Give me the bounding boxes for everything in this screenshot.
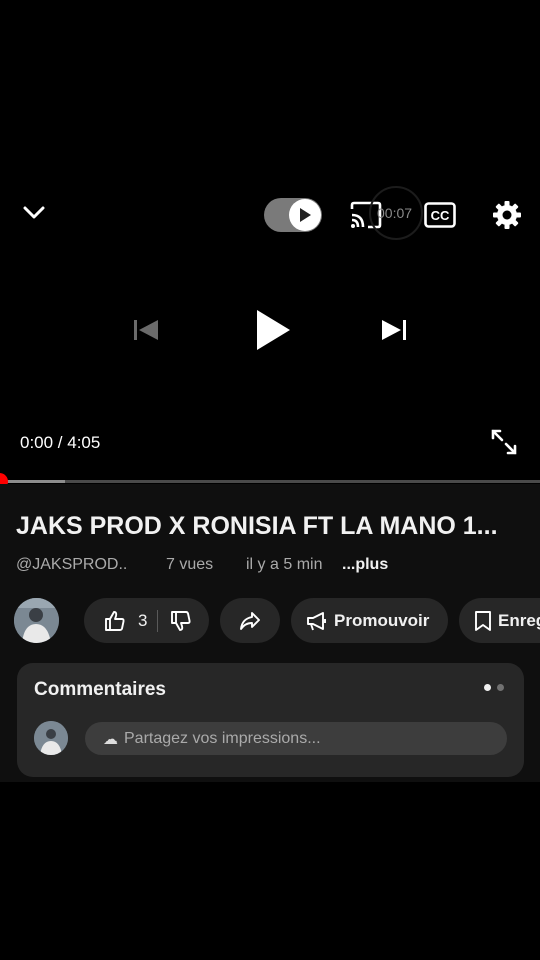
view-count: 7 vues bbox=[166, 556, 214, 573]
play-icon bbox=[257, 310, 290, 350]
fullscreen-icon bbox=[491, 429, 517, 455]
captions-button[interactable]: CC bbox=[422, 199, 458, 231]
chevron-down-icon bbox=[23, 206, 45, 219]
channel-handle[interactable]: @JAKSPROD.. bbox=[16, 556, 127, 574]
megaphone-icon bbox=[307, 611, 326, 630]
carousel-dot bbox=[497, 684, 504, 691]
carousel-dot-active bbox=[484, 684, 491, 691]
autoplay-toggle-knob bbox=[289, 199, 321, 231]
promote-label: Promouvoir bbox=[334, 610, 430, 630]
progress-bar[interactable] bbox=[0, 473, 540, 490]
thought-bubble-icon: ☁ bbox=[103, 730, 118, 748]
save-label: Enreg bbox=[498, 610, 540, 630]
avatar-image bbox=[34, 721, 68, 755]
promote-button[interactable]: Promouvoir bbox=[291, 598, 448, 643]
progress-buffer bbox=[0, 480, 65, 483]
video-player[interactable]: 00:07 CC 0:00 / 4:05 bbox=[0, 0, 540, 490]
video-title[interactable]: JAKS PROD X RONISIA FT LA MANO 1... bbox=[16, 512, 531, 541]
previous-button[interactable] bbox=[128, 312, 164, 348]
timer-badge: 00:07 bbox=[377, 205, 413, 221]
next-button[interactable] bbox=[376, 312, 412, 348]
more-button[interactable]: ...plus bbox=[342, 556, 388, 574]
avatar[interactable] bbox=[14, 598, 59, 643]
bookmark-icon bbox=[475, 610, 491, 631]
comment-avatar bbox=[34, 721, 68, 755]
comments-card[interactable]: Commentaires ☁ Partagez vos impressions.… bbox=[17, 663, 524, 777]
video-info-panel: JAKS PROD X RONISIA FT LA MANO 1... @JAK… bbox=[0, 484, 540, 782]
gear-icon bbox=[493, 201, 521, 229]
carousel-dots bbox=[484, 684, 504, 691]
thumbs-down-icon bbox=[171, 610, 192, 631]
cc-icon: CC bbox=[424, 202, 456, 228]
comments-heading: Commentaires bbox=[34, 679, 166, 700]
share-icon bbox=[240, 611, 260, 630]
comment-input[interactable]: ☁ Partagez vos impressions... bbox=[85, 722, 507, 755]
share-button[interactable] bbox=[220, 598, 280, 643]
comment-placeholder: Partagez vos impressions... bbox=[124, 729, 321, 747]
fullscreen-button[interactable] bbox=[486, 424, 522, 460]
play-icon bbox=[300, 208, 311, 222]
autoplay-toggle[interactable] bbox=[264, 198, 322, 232]
skip-previous-icon bbox=[134, 320, 158, 340]
skip-next-icon bbox=[382, 320, 406, 340]
svg-text:CC: CC bbox=[431, 208, 450, 223]
play-button[interactable] bbox=[246, 302, 298, 358]
time-display: 0:00 / 4:05 bbox=[20, 433, 101, 452]
upload-age: il y a 5 min bbox=[246, 556, 323, 573]
collapse-button[interactable] bbox=[18, 198, 50, 228]
dislike-button[interactable] bbox=[158, 598, 192, 643]
like-count: 3 bbox=[138, 610, 148, 630]
save-button[interactable]: Enreg bbox=[459, 598, 540, 643]
like-dislike-group: 3 bbox=[84, 598, 209, 643]
thumbs-up-icon bbox=[105, 610, 125, 631]
settings-button[interactable] bbox=[489, 197, 525, 233]
avatar-image bbox=[14, 598, 59, 643]
like-button[interactable]: 3 bbox=[84, 598, 147, 643]
